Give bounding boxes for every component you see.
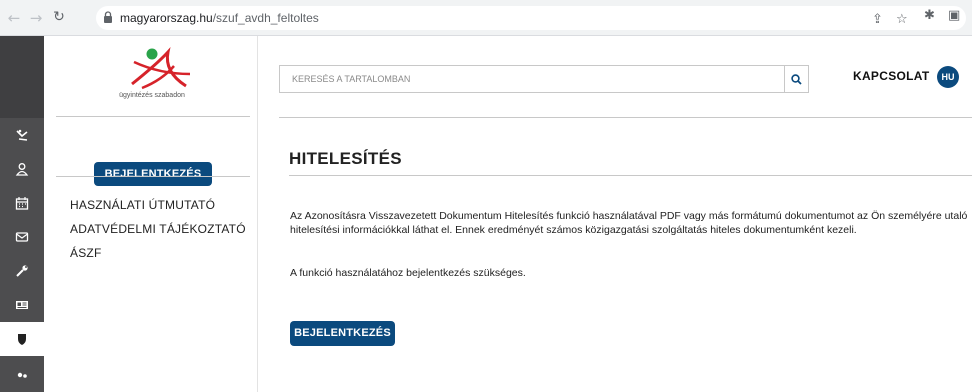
login-required-note: A funkció használatához bejelentkezés sz…: [290, 267, 526, 279]
logo-caption: ügyintézés szabadon: [119, 92, 185, 99]
url-text: magyarorszag.hu/szuf_avdh_feltoltes: [120, 11, 319, 25]
rail-item-mail[interactable]: [0, 220, 44, 254]
sidebar-divider: [56, 176, 250, 177]
title-divider: [289, 175, 972, 176]
page-title: HITELESÍTÉS: [289, 149, 402, 168]
mail-icon: [15, 232, 29, 242]
share-icon[interactable]: ⇪: [872, 12, 883, 27]
shield-icon: [18, 334, 26, 345]
sidebar-link-user-guide[interactable]: HASZNÁLATI ÚTMUTATÓ: [70, 198, 215, 212]
sidebar-divider: [56, 116, 250, 117]
calendar-icon: [15, 197, 29, 210]
back-icon[interactable]: ←: [6, 9, 22, 27]
sidebar-link-privacy[interactable]: ADATVÉDELMI TÁJÉKOZTATÓ: [70, 222, 246, 236]
sidebar: ügyintézés szabadon BEJELENTKEZÉS HASZNÁ…: [44, 36, 258, 392]
description-text: Az Azonosításra Visszavezetett Dokumentu…: [290, 210, 968, 236]
search-icon: [791, 73, 802, 85]
icon-rail: [0, 36, 44, 392]
search-input[interactable]: [280, 66, 785, 92]
id-card-icon: [16, 301, 28, 309]
users-icon: [17, 372, 27, 378]
extensions-icon[interactable]: ✱: [924, 8, 935, 23]
browser-toolbar: ← → ↻ magyarorszag.hu/szuf_avdh_feltolte…: [0, 0, 972, 36]
main-content: KAPCSOLAT HU HITELESÍTÉS Az Azonosításra…: [259, 36, 972, 392]
rail-item-user[interactable]: [0, 152, 44, 186]
header-divider: [279, 117, 972, 118]
search-box: [279, 65, 809, 93]
language-switch[interactable]: HU: [937, 66, 959, 88]
rail-item-home[interactable]: [0, 118, 44, 152]
search-button[interactable]: [784, 66, 808, 92]
rail-item-users[interactable]: [0, 356, 44, 390]
rail-item-documents[interactable]: [0, 288, 44, 322]
forward-icon[interactable]: →: [28, 9, 44, 27]
user-icon: [15, 163, 29, 176]
wrench-icon: [16, 265, 28, 277]
sidebar-login-button[interactable]: BEJELENTKEZÉS: [94, 162, 212, 186]
rail-item-calendar[interactable]: [0, 186, 44, 220]
star-icon[interactable]: ☆: [896, 12, 908, 27]
contact-link[interactable]: KAPCSOLAT: [853, 69, 929, 83]
person-skiing-icon: [16, 129, 28, 141]
address-bar[interactable]: magyarorszag.hu/szuf_avdh_feltoltes ⇪ ☆: [96, 6, 966, 30]
lock-icon: [104, 11, 112, 23]
rail-header: [0, 36, 44, 118]
rail-item-tools[interactable]: [0, 254, 44, 288]
reload-icon[interactable]: ↻: [51, 9, 67, 25]
sidepanel-icon[interactable]: ▣: [948, 8, 960, 23]
main-login-button[interactable]: BEJELENTKEZÉS: [290, 321, 395, 346]
rail-item-security[interactable]: [0, 322, 44, 356]
sidebar-link-terms[interactable]: ÁSZF: [70, 246, 101, 260]
